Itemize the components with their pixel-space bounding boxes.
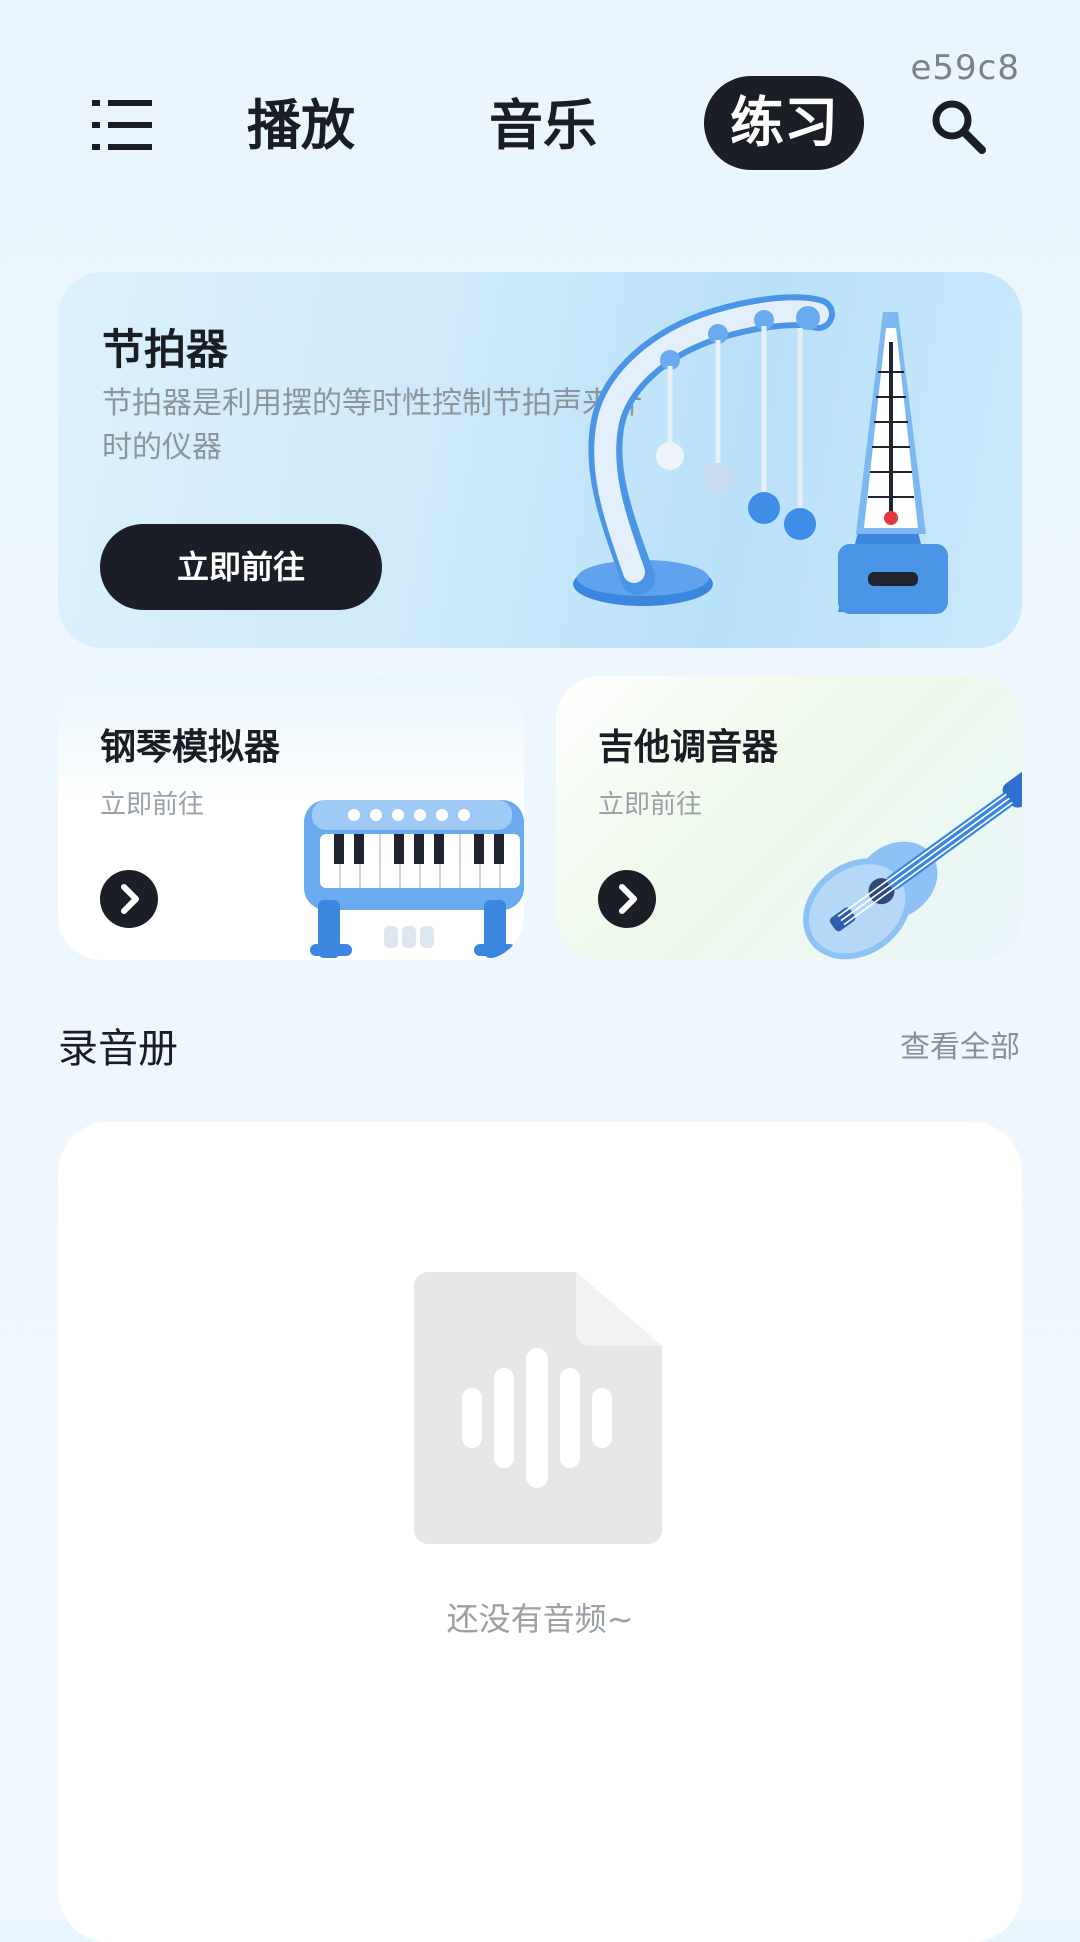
- guitar-card-arrow-button[interactable]: [598, 870, 656, 928]
- guitar-card-title: 吉他调音器: [598, 727, 779, 768]
- tab-music[interactable]: 音乐: [478, 84, 608, 168]
- chevron-right-icon: [619, 884, 637, 914]
- chevron-right-icon: [121, 884, 139, 914]
- metronome-go-button[interactable]: 立即前往: [100, 524, 382, 610]
- view-all-link[interactable]: 查看全部: [900, 1022, 1020, 1066]
- recordings-title: 录音册: [58, 1026, 178, 1072]
- guitar-card-subtitle: 立即前往: [598, 790, 703, 820]
- recordings-panel: 还没有音频~: [58, 1122, 1022, 1942]
- metronome-title: 节拍器: [102, 325, 229, 374]
- empty-state-text: 还没有音频~: [446, 1600, 634, 1638]
- piano-illustration: [274, 760, 524, 960]
- metronome-card[interactable]: 节拍器 节拍器是利用摆的等时性控制节拍声来计时的仪器 立即前往: [58, 272, 1022, 648]
- piano-card-subtitle: 立即前往: [100, 790, 205, 820]
- menu-icon[interactable]: [92, 100, 152, 150]
- tab-play[interactable]: 播放: [236, 84, 366, 168]
- piano-card-arrow-button[interactable]: [100, 870, 158, 928]
- metronome-illustration: [538, 282, 1018, 648]
- corner-tag: e59c8: [910, 48, 1020, 88]
- guitar-illustration: [772, 760, 1022, 960]
- piano-card-title: 钢琴模拟器: [100, 727, 281, 768]
- guitar-tuner-card[interactable]: 吉他调音器 立即前往: [556, 676, 1022, 960]
- piano-simulator-card[interactable]: 钢琴模拟器 立即前往: [58, 676, 524, 960]
- tab-practice[interactable]: 练习: [704, 76, 864, 170]
- search-icon[interactable]: [928, 96, 988, 156]
- audio-file-icon: [414, 1272, 662, 1544]
